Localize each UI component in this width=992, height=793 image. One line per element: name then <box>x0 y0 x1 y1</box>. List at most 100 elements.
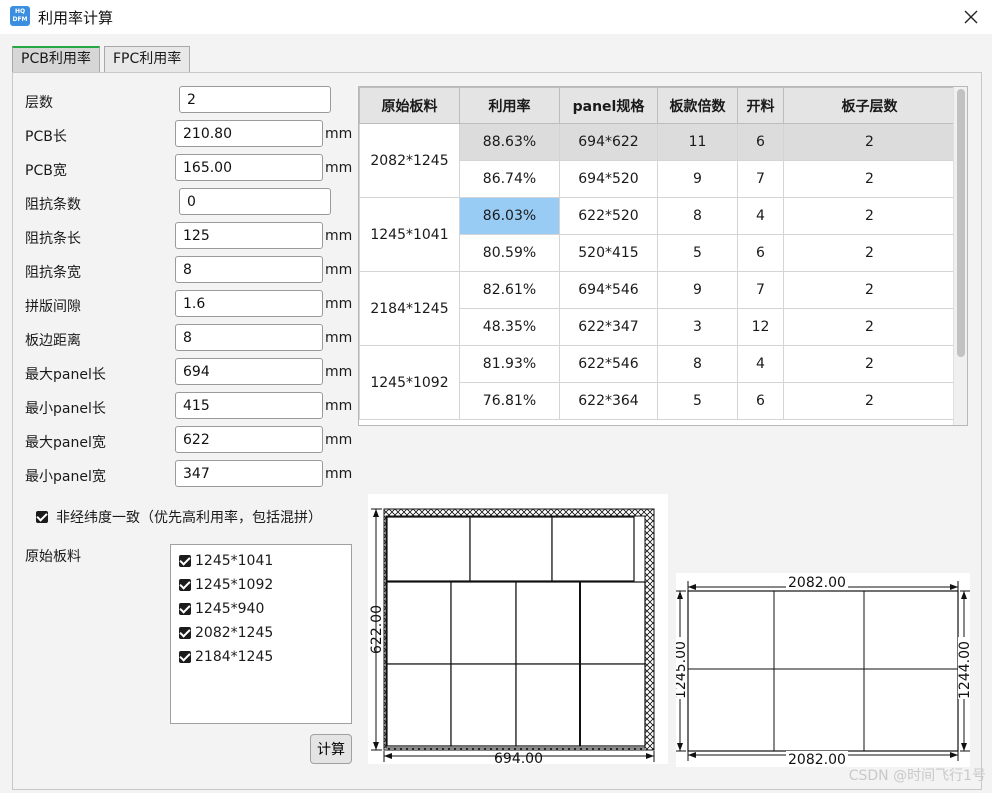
table-cell[interactable]: 6 <box>737 234 784 272</box>
column-header[interactable]: 板款倍数 <box>657 87 738 124</box>
table-cell[interactable]: 7 <box>737 271 784 309</box>
impedance-length-input[interactable] <box>175 222 323 249</box>
material-left-label: 1245.00 <box>676 641 689 699</box>
table-cell[interactable]: 5 <box>657 234 738 272</box>
table-cell[interactable]: 9 <box>657 271 738 309</box>
table-cell[interactable]: 88.63% <box>459 123 560 161</box>
table-cell[interactable]: 12 <box>737 308 784 346</box>
table-cell[interactable]: 8 <box>657 345 738 383</box>
table-cell[interactable]: 86.74% <box>459 160 560 198</box>
max-panel-width-input[interactable] <box>175 426 323 453</box>
table-header-row: 原始板料 利用率 panel规格 板款倍数 开料 板子层数 <box>359 87 956 124</box>
grain-option-checkbox[interactable]: 非经纬度一致（优先高利用率，包括混拼） <box>36 507 322 527</box>
impedance-length-unit: mm <box>325 228 353 244</box>
panel-gap-input[interactable] <box>175 290 323 317</box>
checkbox-checked-icon <box>179 603 191 615</box>
window-title: 利用率计算 <box>38 9 114 27</box>
table-cell[interactable]: 6 <box>737 123 784 161</box>
min-panel-length-input[interactable] <box>175 392 323 419</box>
list-item[interactable]: 1245*1041 <box>171 549 351 573</box>
table-cell[interactable]: 2082*1245 <box>359 123 460 198</box>
scrollbar-thumb[interactable] <box>957 89 965 357</box>
pcb-width-input[interactable] <box>175 154 323 181</box>
pcb-length-input[interactable] <box>175 120 323 147</box>
material-bottom-label: 2082.00 <box>788 752 846 767</box>
table-cell[interactable]: 6 <box>737 382 784 420</box>
edge-distance-label: 板边距离 <box>25 333 81 349</box>
max-panel-length-input[interactable] <box>175 358 323 385</box>
table-row[interactable]: 1245*1041 86.03% 622*520 8 4 2 <box>359 197 956 272</box>
edge-distance-input[interactable] <box>175 324 323 351</box>
column-header[interactable]: 板子层数 <box>783 87 956 124</box>
list-item[interactable]: 1245*940 <box>171 597 351 621</box>
table-cell[interactable]: 2 <box>783 308 956 346</box>
table-cell[interactable]: 5 <box>657 382 738 420</box>
material-right-label: 1244.00 <box>957 641 970 699</box>
pcb-length-label: PCB长 <box>25 129 67 145</box>
table-row[interactable]: 2082*1245 88.63% 694*622 11 6 2 <box>359 123 956 198</box>
close-button[interactable] <box>958 4 984 30</box>
calculate-button[interactable]: 计算 <box>310 734 352 764</box>
table-cell[interactable]: 622*520 <box>559 197 658 235</box>
tab-fpc-utilization[interactable]: FPC利用率 <box>104 46 191 72</box>
table-row[interactable]: 1245*1092 81.93% 622*546 8 4 2 <box>359 345 956 420</box>
table-cell[interactable]: 2 <box>783 123 956 161</box>
impedance-count-input[interactable] <box>179 188 331 215</box>
table-cell[interactable]: 520*415 <box>559 234 658 272</box>
max-panel-length-label: 最大panel长 <box>25 367 106 383</box>
impedance-width-input[interactable] <box>175 256 323 283</box>
table-cell[interactable]: 622*347 <box>559 308 658 346</box>
table-cell[interactable]: 694*546 <box>559 271 658 309</box>
column-header[interactable]: 原始板料 <box>359 87 460 124</box>
table-cell[interactable]: 2 <box>783 160 956 198</box>
table-cell[interactable]: 694*520 <box>559 160 658 198</box>
table-cell[interactable]: 1245*1092 <box>359 345 460 420</box>
material-cut-drawing: 2082.00 1245.00 1244.00 2082.00 <box>672 574 973 768</box>
table-cell[interactable]: 2 <box>783 345 956 383</box>
table-cell[interactable]: 3 <box>657 308 738 346</box>
table-row[interactable]: 2184*1245 82.61% 694*546 9 7 2 <box>359 271 956 346</box>
layers-label: 层数 <box>25 95 53 111</box>
column-header[interactable]: panel规格 <box>559 87 658 124</box>
table-cell[interactable]: 4 <box>737 197 784 235</box>
panel-width-label: 694.00 <box>494 751 543 764</box>
table-cell[interactable]: 48.35% <box>459 308 560 346</box>
material-top-label: 2082.00 <box>788 575 846 591</box>
table-cell[interactable]: 2 <box>783 382 956 420</box>
table-cell[interactable]: 7 <box>737 160 784 198</box>
table-cell[interactable]: 2184*1245 <box>359 271 460 346</box>
results-table[interactable]: 原始板料 利用率 panel规格 板款倍数 开料 板子层数 2082*1245 … <box>358 86 968 426</box>
list-item[interactable]: 1245*1092 <box>171 573 351 597</box>
list-item-label: 1245*1092 <box>195 577 274 593</box>
table-cell[interactable]: 76.81% <box>459 382 560 420</box>
table-cell[interactable]: 11 <box>657 123 738 161</box>
min-panel-width-input[interactable] <box>175 460 323 487</box>
tab-pcb-label: PCB利用率 <box>21 51 91 67</box>
table-cell[interactable]: 9 <box>657 160 738 198</box>
list-item-label: 1245*940 <box>195 601 265 617</box>
selected-table-cell[interactable]: 86.03% <box>459 197 560 235</box>
table-cell[interactable]: 81.93% <box>459 345 560 383</box>
raw-material-list[interactable]: 1245*1041 1245*1092 1245*940 2082*1245 2… <box>170 544 352 724</box>
min-panel-length-label: 最小panel长 <box>25 401 106 417</box>
column-header[interactable]: 利用率 <box>459 87 560 124</box>
table-cell[interactable]: 80.59% <box>459 234 560 272</box>
edge-distance-unit: mm <box>325 330 353 346</box>
column-header[interactable]: 开料 <box>737 87 784 124</box>
table-cell[interactable]: 82.61% <box>459 271 560 309</box>
layers-input[interactable] <box>179 86 331 113</box>
table-cell[interactable]: 2 <box>783 197 956 235</box>
table-cell[interactable]: 2 <box>783 271 956 309</box>
list-item[interactable]: 2184*1245 <box>171 645 351 669</box>
tab-pcb-utilization[interactable]: PCB利用率 <box>12 46 100 72</box>
panel-height-label: 622.00 <box>369 605 385 654</box>
table-cell[interactable]: 4 <box>737 345 784 383</box>
list-item[interactable]: 2082*1245 <box>171 621 351 645</box>
table-scrollbar[interactable] <box>953 87 967 425</box>
table-cell[interactable]: 694*622 <box>559 123 658 161</box>
table-cell[interactable]: 622*546 <box>559 345 658 383</box>
table-cell[interactable]: 1245*1041 <box>359 197 460 272</box>
table-cell[interactable]: 8 <box>657 197 738 235</box>
table-cell[interactable]: 622*364 <box>559 382 658 420</box>
table-cell[interactable]: 2 <box>783 234 956 272</box>
